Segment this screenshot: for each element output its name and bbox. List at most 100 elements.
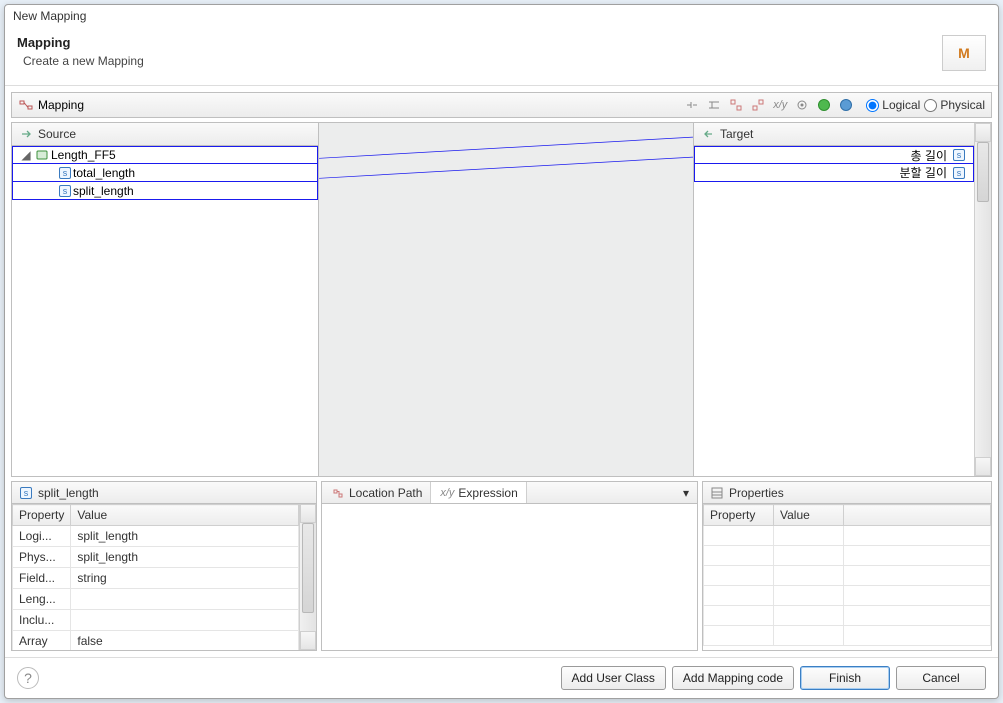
expression-icon: x/y [439,485,455,501]
new-mapping-dialog: New Mapping Mapping Create a new Mapping… [4,4,999,699]
physical-radio[interactable]: Physical [924,98,985,112]
table-row[interactable] [704,526,991,546]
table-row[interactable]: Phys...split_length [13,547,299,568]
field-properties-table: Property Value Logi...split_length Phys.… [12,504,299,650]
toolbar-icon-4[interactable] [750,97,766,113]
tab-expression[interactable]: x/y Expression [431,482,526,503]
location-path-icon [330,485,346,501]
scrollbar-thumb[interactable] [302,523,314,613]
page-title: Mapping [17,35,144,50]
toolbar-icon-3[interactable] [728,97,744,113]
string-type-icon: s [953,167,965,179]
toolbar-validate-icon[interactable] [816,97,832,113]
collapse-toggle-icon[interactable]: ◢ [19,148,33,162]
source-field-label: split_length [73,184,134,198]
source-panel: Source ◢ Length_FF5 s total_length [12,123,318,476]
col-header-value[interactable]: Value [774,505,844,526]
table-row[interactable] [704,566,991,586]
target-field-label: 분할 길이 [900,164,948,181]
target-field-label: 총 길이 [911,147,947,164]
mapping-toolbar: Mapping x/y Logical Physical [11,92,992,118]
mapping-header-icon: M [942,35,986,71]
col-header-extra[interactable] [844,505,991,526]
table-row[interactable] [704,606,991,626]
col-header-property[interactable]: Property [13,505,71,526]
source-field-split-length[interactable]: s split_length [12,182,318,200]
scrollbar-thumb[interactable] [977,142,989,202]
field-details-title: s split_length [12,482,316,504]
string-type-icon: s [20,487,32,499]
col-header-value[interactable]: Value [71,505,299,526]
tab-dropdown-icon[interactable]: ▾ [675,486,697,500]
toolbar-icon-2[interactable] [706,97,722,113]
bottom-panel-row: s split_length Property Value Logi...spl… [11,481,992,651]
mapping-canvas: Source ◢ Length_FF5 s total_length [11,122,992,477]
help-icon[interactable]: ? [17,667,39,689]
selected-field-name: split_length [38,486,99,500]
add-user-class-button[interactable]: Add User Class [561,666,666,690]
table-row[interactable]: Logi...split_length [13,526,299,547]
expression-body[interactable] [322,504,697,650]
logical-radio-input[interactable] [866,99,879,112]
tab-location-path[interactable]: Location Path [322,482,431,503]
source-root-node[interactable]: ◢ Length_FF5 [12,146,318,164]
mapping-toolbar-label: Mapping [38,98,84,112]
dialog-button-bar: ? Add User Class Add Mapping code Finish… [5,657,998,698]
properties-panel-label: Properties [729,486,784,500]
mapping-header-icon-letter: M [958,45,970,61]
mapping-wires [319,123,693,476]
vertical-scrollbar[interactable] [974,123,991,476]
toolbar-icon-1[interactable] [684,97,700,113]
source-panel-label: Source [38,127,76,141]
source-panel-title: Source [12,123,318,146]
add-mapping-code-button[interactable]: Add Mapping code [672,666,794,690]
header-text-block: Mapping Create a new Mapping [17,35,144,68]
dialog-header: Mapping Create a new Mapping M [5,27,998,86]
mapping-wire-area [318,123,694,476]
string-type-icon: s [953,149,965,161]
tab-location-path-label: Location Path [349,486,422,500]
toolbar-xy-icon[interactable]: x/y [772,97,788,113]
cancel-button[interactable]: Cancel [896,666,986,690]
toolbar-gear-icon[interactable] [794,97,810,113]
table-row[interactable] [704,546,991,566]
window-titlebar: New Mapping [5,5,998,27]
table-row[interactable] [704,626,991,646]
table-row[interactable]: Field...string [13,568,299,589]
tab-expression-label: Expression [458,486,517,500]
logical-radio[interactable]: Logical [866,98,920,112]
string-type-icon: s [59,185,71,197]
table-row[interactable]: Inclu... [13,610,299,631]
table-row[interactable] [704,586,991,606]
physical-radio-input[interactable] [924,99,937,112]
expression-panel: Location Path x/y Expression ▾ [321,481,698,651]
physical-radio-label: Physical [940,98,985,112]
properties-icon [709,485,725,501]
expression-tab-row: Location Path x/y Expression ▾ [322,482,697,504]
mapping-icon [18,97,34,113]
toolbar-run-icon[interactable] [838,97,854,113]
vertical-scrollbar[interactable] [299,504,316,650]
target-panel: Target 총 길이 s 분할 길이 s [694,123,974,476]
target-arrow-icon [700,126,716,142]
window-title: New Mapping [13,9,86,23]
properties-panel: Properties Property Value [702,481,992,651]
string-type-icon: s [59,167,71,179]
field-details-panel: s split_length Property Value Logi...spl… [11,481,317,651]
class-icon [35,148,49,162]
finish-button[interactable]: Finish [800,666,890,690]
table-row[interactable]: Leng... [13,589,299,610]
properties-table: Property Value [703,504,991,646]
table-row[interactable]: Arrayfalse [13,631,299,651]
source-field-label: total_length [73,166,135,180]
view-mode-radio-group: Logical Physical [866,98,985,112]
logical-radio-label: Logical [882,98,920,112]
dialog-content: Mapping x/y Logical Physical [5,86,998,657]
properties-panel-title: Properties [703,482,991,504]
source-root-label: Length_FF5 [51,148,116,162]
target-field-total-length[interactable]: 총 길이 s [694,146,974,164]
source-field-total-length[interactable]: s total_length [12,164,318,182]
col-header-property[interactable]: Property [704,505,774,526]
target-field-split-length[interactable]: 분할 길이 s [694,164,974,182]
target-panel-title: Target [694,123,974,146]
